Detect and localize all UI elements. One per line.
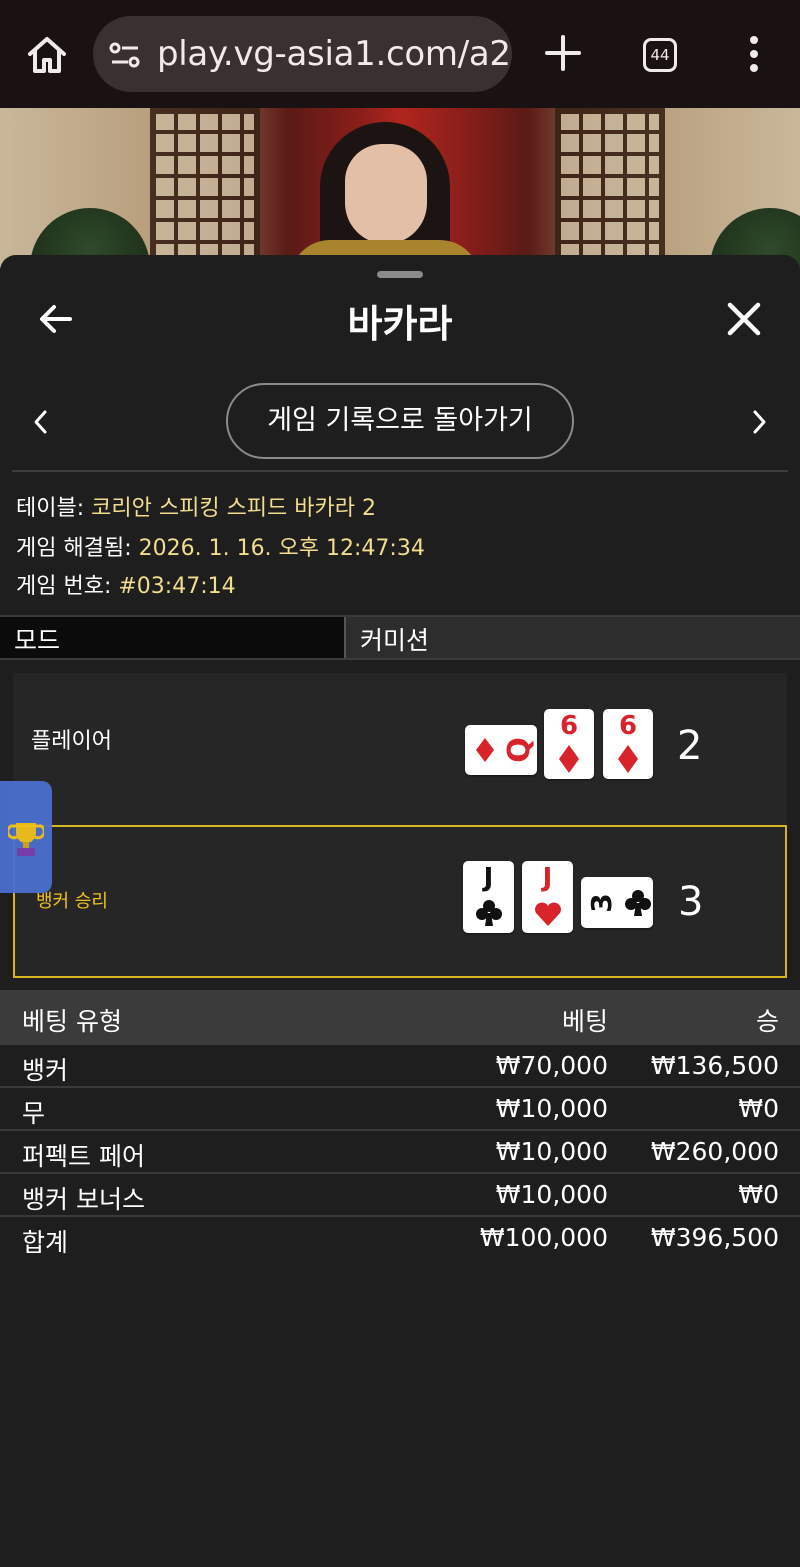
club-suit-icon: 3 [585,890,651,916]
site-settings-icon[interactable] [109,42,141,68]
table-row: 퍼펙트 페어 ₩10,000 ₩260,000 [0,1131,800,1174]
bet-type-cell: 뱅커 [22,1056,69,1085]
return-to-history-button[interactable]: 게임 기록으로 돌아가기 [226,383,574,459]
banker-card-2-rank: J [542,863,553,893]
leaderboard-tab[interactable] [0,781,52,893]
mode-value-cell: 커미션 [346,617,800,658]
win-amount-cell: ₩136,500 [650,1051,779,1080]
table-value: 코리안 스피킹 스피드 바카라 2 [91,496,376,521]
sheet-title: 바카라 [347,302,453,346]
banker-hand: 뱅커 승리 J J 3 3 [13,825,787,978]
mode-label: 모드 [14,626,61,655]
chevron-left-icon[interactable] [30,407,52,437]
table-row: 무 ₩10,000 ₩0 [0,1088,800,1131]
resolved-info: 게임 해결됨: 2026. 1. 16. 오후 12:47:34 [16,530,425,562]
diamond-suit-icon [559,745,579,773]
player-card-1: Q [465,725,537,775]
total-bet: ₩100,000 [479,1223,608,1252]
total-row: 합계 ₩100,000 ₩396,500 [0,1217,800,1265]
address-bar[interactable]: play.vg-asia1.com/a24 [93,16,512,92]
table-info: 테이블: 코리안 스피킹 스피드 바카라 2 [16,490,376,522]
game-detail-sheet: 바카라 게임 기록으로 돌아가기 테이블: 코리안 스피킹 스피드 바카라 2 … [0,255,800,1567]
banker-score: 3 [678,879,704,925]
lattice-panel [150,108,260,268]
diamond-suit-icon: Q [476,737,537,763]
diamond-suit-icon [618,745,638,773]
player-card-2-rank: 6 [559,711,579,741]
player-label: 플레이어 [31,729,112,754]
bet-amount-cell: ₩10,000 [495,1137,608,1166]
url-text[interactable]: play.vg-asia1.com/a24 [157,34,512,74]
header-bet: 베팅 [561,1007,608,1036]
table-header: 베팅 유형 베팅 승 [0,990,800,1045]
bet-type-cell: 뱅커 보너스 [22,1185,145,1214]
mode-label-cell: 모드 [0,617,346,658]
header-win: 승 [755,1007,779,1036]
bet-amount-cell: ₩10,000 [495,1180,608,1209]
win-amount-cell: ₩260,000 [650,1137,779,1166]
player-card-3-rank: 6 [618,711,638,741]
banker-card-1: J [463,861,514,933]
more-vert-icon[interactable] [740,32,768,76]
bet-type-cell: 무 [22,1099,46,1128]
mode-value: 커미션 [360,626,430,655]
total-label: 합계 [22,1228,69,1257]
heart-suit-icon [535,902,561,926]
player-card-3: 6 [603,709,653,779]
total-win: ₩396,500 [650,1223,779,1252]
table-label: 테이블: [16,496,85,521]
trophy-icon [8,823,44,856]
plus-icon[interactable] [540,30,586,76]
player-score: 2 [677,723,703,769]
live-video-feed [0,108,800,268]
header-bet-type: 베팅 유형 [22,1007,122,1036]
resolved-label: 게임 해결됨: [16,536,132,561]
player-card-2: 6 [544,709,594,779]
home-icon[interactable] [22,30,72,80]
game-number-value: #03:47:14 [118,574,236,599]
close-icon[interactable] [726,301,762,337]
win-amount-cell: ₩0 [738,1094,779,1123]
bets-table: 베팅 유형 베팅 승 뱅커 ₩70,000 ₩136,500 무 ₩10,000… [0,990,800,1265]
table-row: 뱅커 보너스 ₩10,000 ₩0 [0,1174,800,1217]
tabs-icon[interactable]: 44 [643,38,677,72]
win-amount-cell: ₩0 [738,1180,779,1209]
player-card-1-rank: Q [502,737,537,763]
lattice-panel [555,108,665,268]
game-number-info: 게임 번호: #03:47:14 [16,568,236,600]
bet-amount-cell: ₩70,000 [495,1051,608,1080]
player-hand: 플레이어 Q 6 6 2 [13,673,787,825]
browser-toolbar: play.vg-asia1.com/a24 44 [0,0,800,108]
drag-handle[interactable] [377,271,423,278]
divider [12,470,788,472]
resolved-value: 2026. 1. 16. 오후 12:47:34 [138,536,425,561]
bet-amount-cell: ₩10,000 [495,1094,608,1123]
banker-card-1-rank: J [483,863,494,893]
table-row: 뱅커 ₩70,000 ₩136,500 [0,1045,800,1088]
bet-type-cell: 퍼펙트 페어 [22,1142,145,1171]
dealer [290,122,480,268]
club-suit-icon [476,900,502,926]
banker-card-2: J [522,861,573,933]
banker-card-3: 3 [581,877,653,928]
chevron-right-icon[interactable] [748,407,770,437]
mode-row: 모드 커미션 [0,615,800,660]
game-number-label: 게임 번호: [16,574,112,599]
banker-card-3-rank: 3 [585,893,618,912]
